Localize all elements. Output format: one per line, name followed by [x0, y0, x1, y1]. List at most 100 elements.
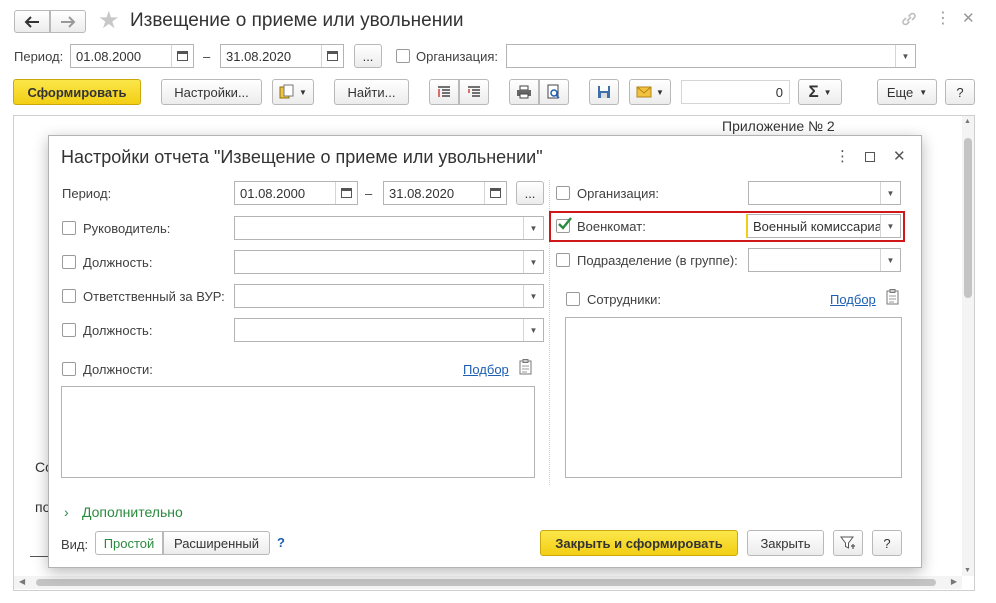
calendar-icon[interactable] — [321, 45, 343, 67]
position-field[interactable]: ▼ — [234, 250, 544, 274]
save-button[interactable] — [589, 79, 619, 105]
calendar-icon[interactable] — [484, 182, 506, 204]
period-from-field[interactable]: 01.08.2000 — [70, 44, 194, 68]
dialog-period-from-field[interactable]: 01.08.2000 — [234, 181, 358, 205]
chevron-down-icon[interactable]: ▼ — [523, 285, 543, 307]
chevron-down-icon[interactable]: ▼ — [523, 319, 543, 341]
filter-settings-button[interactable] — [833, 530, 863, 556]
organization-field[interactable]: ▼ — [506, 44, 916, 68]
generate-button[interactable]: Сформировать — [13, 79, 141, 105]
variants-button[interactable]: ▼ — [272, 79, 314, 105]
link-icon[interactable] — [900, 10, 918, 31]
scroll-down-arrow[interactable]: ▼ — [964, 567, 971, 574]
dialog-organization-checkbox[interactable] — [556, 186, 570, 200]
close-icon[interactable]: ✕ — [962, 10, 975, 28]
group-collapse-icon — [438, 86, 450, 97]
dialog-period-to-value: 31.08.2020 — [389, 185, 455, 201]
dialog-organization-field[interactable]: ▼ — [748, 181, 901, 205]
horizontal-scroll-thumb[interactable] — [36, 579, 936, 586]
scroll-left-arrow[interactable]: ◀ — [19, 577, 25, 586]
position2-field[interactable]: ▼ — [234, 318, 544, 342]
chevron-down-icon[interactable]: ▼ — [523, 217, 543, 239]
printer-icon — [517, 85, 531, 99]
chevron-down-icon[interactable]: ▼ — [895, 45, 915, 67]
expand-groups-button[interactable] — [459, 79, 489, 105]
employees-checkbox[interactable] — [566, 292, 580, 306]
employees-pick-link[interactable]: Подбор — [830, 292, 876, 307]
dialog-period-dash: – — [365, 186, 373, 201]
subdivision-checkbox[interactable] — [556, 253, 570, 267]
view-extended-button[interactable]: Расширенный — [163, 531, 270, 555]
organization-checkbox[interactable] — [396, 49, 410, 63]
forward-button[interactable] — [50, 10, 86, 33]
dialog-period-select-button[interactable]: ... — [516, 181, 544, 205]
more-button[interactable]: Еще ▼ — [877, 79, 937, 105]
head-label: Руководитель: — [83, 221, 171, 236]
employees-list[interactable] — [565, 317, 902, 478]
calendar-icon[interactable] — [171, 45, 193, 67]
military-office-field[interactable]: Военный комиссариа ▼ — [746, 214, 901, 238]
head-field[interactable]: ▼ — [234, 216, 544, 240]
dialog-period-label: Период: — [62, 186, 112, 201]
chevron-down-icon[interactable]: ▼ — [880, 249, 900, 271]
chevron-down-icon[interactable]: ▼ — [523, 251, 543, 273]
subdivision-field[interactable]: ▼ — [748, 248, 901, 272]
find-button[interactable]: Найти... — [334, 79, 409, 105]
close-and-generate-button[interactable]: Закрыть и сформировать — [540, 530, 738, 556]
military-office-checkbox[interactable] — [556, 217, 572, 233]
send-email-button[interactable]: ▼ — [629, 79, 671, 105]
position-label: Должность: — [83, 255, 153, 270]
view-help-link[interactable]: ? — [277, 535, 285, 550]
back-button[interactable] — [14, 10, 50, 33]
positions-list[interactable] — [61, 386, 535, 478]
sum-button[interactable]: Σ ▼ — [798, 79, 842, 105]
sum-value-field: 0 — [681, 80, 790, 104]
scroll-right-arrow[interactable]: ▶ — [951, 577, 957, 586]
settings-button[interactable]: Настройки... — [161, 79, 262, 105]
head-checkbox[interactable] — [62, 221, 76, 235]
sum-value: 0 — [775, 84, 783, 100]
scroll-up-arrow[interactable]: ▲ — [964, 118, 971, 125]
vertical-scrollbar[interactable]: ▲ ▼ — [962, 116, 974, 576]
vur-responsible-label: Ответственный за ВУР: — [83, 289, 225, 304]
floppy-disk-icon — [598, 86, 610, 98]
positions-label: Должности: — [83, 362, 153, 377]
dialog-more-icon[interactable]: ⋮ — [835, 148, 850, 166]
vur-responsible-field[interactable]: ▼ — [234, 284, 544, 308]
view-label: Вид: — [61, 537, 89, 552]
preview-icon — [547, 84, 560, 99]
close-button[interactable]: Закрыть — [747, 530, 824, 556]
chevron-right-icon[interactable]: › — [64, 504, 69, 520]
additional-section-toggle[interactable]: Дополнительно — [82, 504, 183, 520]
chevron-down-icon[interactable]: ▼ — [880, 215, 900, 237]
chevron-down-icon[interactable]: ▼ — [880, 182, 900, 204]
vur-responsible-checkbox[interactable] — [62, 289, 76, 303]
collapse-groups-button[interactable] — [429, 79, 459, 105]
dialog-title: Настройки отчета "Извещение о приеме или… — [61, 147, 543, 167]
positions-pick-link[interactable]: Подбор — [463, 362, 509, 377]
vertical-scroll-thumb[interactable] — [964, 138, 972, 298]
positions-checkbox[interactable] — [62, 362, 76, 376]
dialog-help-button[interactable]: ? — [872, 530, 902, 556]
position2-checkbox[interactable] — [62, 323, 76, 337]
dialog-maximize-icon[interactable] — [865, 152, 875, 162]
dialog-close-icon[interactable]: ✕ — [893, 148, 906, 166]
military-office-label: Военкомат: — [577, 219, 646, 234]
favorite-star-icon[interactable]: ★ — [98, 8, 120, 34]
arrow-right-icon — [61, 15, 76, 28]
chevron-down-icon: ▼ — [823, 87, 832, 97]
horizontal-scrollbar[interactable]: ◀ ▶ — [14, 576, 962, 589]
period-to-field[interactable]: 31.08.2020 — [220, 44, 344, 68]
clipboard-icon[interactable] — [886, 289, 901, 308]
clipboard-icon[interactable] — [519, 359, 534, 378]
dialog-period-to-field[interactable]: 31.08.2020 — [383, 181, 507, 205]
help-button[interactable]: ? — [945, 79, 975, 105]
view-simple-button[interactable]: Простой — [95, 531, 163, 555]
position-checkbox[interactable] — [62, 255, 76, 269]
more-menu-icon[interactable]: ⋮ — [935, 10, 951, 28]
period-select-button[interactable]: ... — [354, 44, 382, 68]
envelope-icon — [636, 86, 652, 98]
print-button[interactable] — [509, 79, 539, 105]
preview-button[interactable] — [539, 79, 569, 105]
calendar-icon[interactable] — [335, 182, 357, 204]
